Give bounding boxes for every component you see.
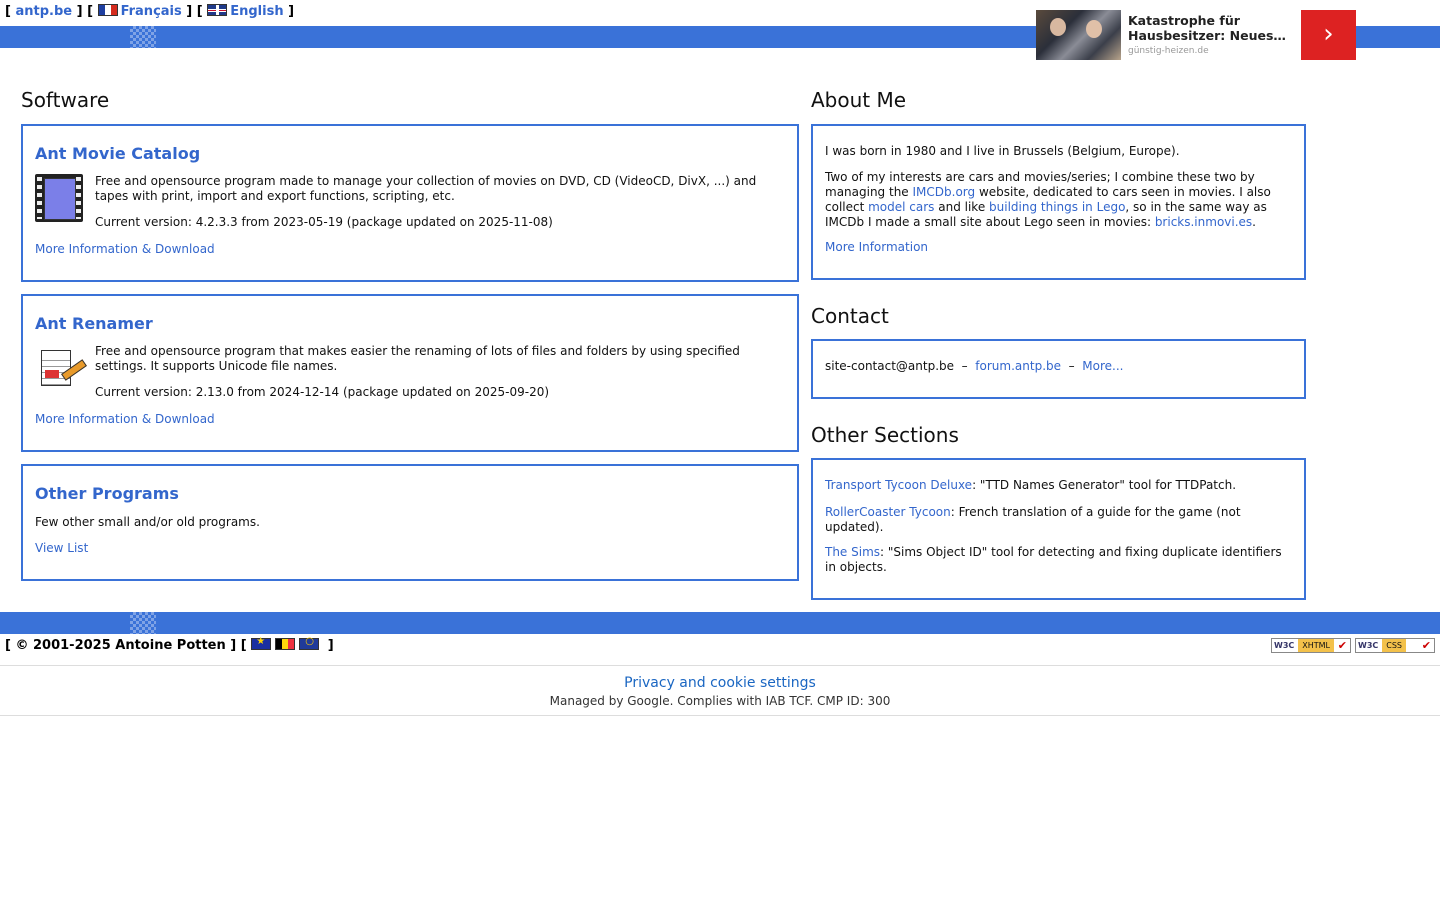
lang-en-label: English xyxy=(230,4,284,19)
footer-nav: [ © 2001-2025 Antoine Potten ] [ ] xyxy=(5,636,334,653)
uk-flag-icon xyxy=(207,4,228,16)
about-paragraph-1: I was born in 1980 and I live in Brussel… xyxy=(825,144,1180,158)
imcdb-link[interactable]: IMCDb.org xyxy=(913,185,976,199)
about-box: I was born in 1980 and I live in Brussel… xyxy=(811,124,1306,280)
contact-box: site-contact@antp.be – forum.antp.be – M… xyxy=(811,339,1306,399)
consent-bar: Privacy and cookie settings Managed by G… xyxy=(0,665,1440,716)
flanders-flag-link[interactable] xyxy=(251,636,275,653)
top-nav: [ antp.be ] [ Français ] [ English ] xyxy=(5,4,294,19)
rct-link[interactable]: RollerCoaster Tycoon xyxy=(825,505,951,519)
amc-description: Free and opensource program made to mana… xyxy=(95,174,757,203)
xhtml-label: XHTML xyxy=(1298,639,1335,652)
renamer-box: Ant Renamer Free and opensource program … xyxy=(21,294,799,452)
amc-download-link[interactable]: More Information & Download xyxy=(35,242,215,256)
about-paragraph-2: Two of my interests are cars and movies/… xyxy=(825,170,1271,229)
amc-title[interactable]: Ant Movie Catalog xyxy=(35,144,200,163)
renamer-version: Current version: 2.13.0 from 2024-12-14 … xyxy=(95,385,550,399)
check-icon: ✔ xyxy=(1421,639,1431,652)
dash: – xyxy=(1068,359,1075,373)
about-more-link[interactable]: More Information xyxy=(825,240,928,254)
belgium-flag-link[interactable] xyxy=(275,638,299,653)
sims-item: The Sims: "Sims Object ID" tool for dete… xyxy=(825,545,1282,574)
pixel-decoration xyxy=(130,612,156,634)
lang-en-link[interactable]: English xyxy=(207,4,284,19)
french-flag-icon xyxy=(97,4,118,16)
belgium-flag-icon xyxy=(275,638,296,650)
pixel-decoration xyxy=(130,26,156,48)
ad-banner[interactable]: Katastrophe für Hausbesitzer: Neues… gün… xyxy=(1036,10,1356,60)
lang-fr-label: Français xyxy=(120,4,182,19)
ttd-item: Transport Tycoon Deluxe: "TTD Names Gene… xyxy=(825,478,1237,492)
sims-link[interactable]: The Sims xyxy=(825,545,880,559)
lego-link[interactable]: building things in Lego xyxy=(989,200,1125,214)
css-label: CSS xyxy=(1382,639,1407,652)
eu-flag-icon xyxy=(299,636,320,650)
rename-icon xyxy=(41,350,87,388)
privacy-settings-link[interactable]: Privacy and cookie settings xyxy=(0,675,1440,691)
footer-bar xyxy=(0,612,1440,634)
eu-flag-link[interactable] xyxy=(299,636,323,653)
bracket-sep: ] [ xyxy=(186,4,203,19)
ttd-link[interactable]: Transport Tycoon Deluxe xyxy=(825,478,972,492)
film-icon xyxy=(35,174,83,222)
contact-line: site-contact@antp.be – forum.antp.be – M… xyxy=(825,359,1124,374)
other-programs-description: Few other small and/or old programs. xyxy=(35,515,260,529)
ad-title[interactable]: Katastrophe für Hausbesitzer: Neues… xyxy=(1128,13,1298,43)
site-home-link[interactable]: antp.be xyxy=(15,4,72,19)
w3c-logo: W3C xyxy=(1356,639,1381,652)
amc-box: Ant Movie Catalog Free and opensource pr… xyxy=(21,124,799,282)
contact-heading: Contact xyxy=(811,304,889,328)
ad-image[interactable] xyxy=(1036,10,1121,60)
other-programs-title[interactable]: Other Programs xyxy=(35,484,179,503)
bracket-close: ] xyxy=(327,638,334,653)
forum-link[interactable]: forum.antp.be xyxy=(975,359,1061,373)
about-heading: About Me xyxy=(811,88,907,112)
rct-item: RollerCoaster Tycoon: French translation… xyxy=(825,505,1241,534)
bricks-link[interactable]: bricks.inmovi.es xyxy=(1155,215,1252,229)
amc-version: Current version: 4.2.3.3 from 2023-05-19… xyxy=(95,215,553,229)
other-sections-box: Transport Tycoon Deluxe: "TTD Names Gene… xyxy=(811,458,1306,600)
bracket-close: ] xyxy=(288,4,295,19)
model-cars-link[interactable]: model cars xyxy=(868,200,934,214)
software-heading: Software xyxy=(21,88,110,112)
dash: – xyxy=(961,359,968,373)
valid-css-badge[interactable]: W3C CSS ✔ xyxy=(1355,638,1435,653)
lang-fr-link[interactable]: Français xyxy=(97,4,182,19)
consent-managed-text: Managed by Google. Complies with IAB TCF… xyxy=(549,694,891,708)
ad-arrow-button[interactable]: › xyxy=(1301,10,1356,60)
w3c-logo: W3C xyxy=(1272,639,1297,652)
valid-xhtml-badge[interactable]: W3C XHTML ✔ xyxy=(1271,638,1351,653)
bracket-sep: ] [ xyxy=(76,4,94,19)
flanders-flag-icon xyxy=(251,636,272,650)
bracket-open: [ xyxy=(5,4,11,19)
other-sections-heading: Other Sections xyxy=(811,423,959,447)
check-icon: ✔ xyxy=(1337,639,1347,652)
view-list-link[interactable]: View List xyxy=(35,541,88,555)
ad-source: günstig-heizen.de xyxy=(1128,46,1209,56)
other-programs-box: Other Programs Few other small and/or ol… xyxy=(21,464,799,581)
renamer-title[interactable]: Ant Renamer xyxy=(35,314,153,333)
contact-more-link[interactable]: More... xyxy=(1082,359,1123,373)
copyright: [ © 2001-2025 Antoine Potten ] [ xyxy=(5,638,247,653)
renamer-download-link[interactable]: More Information & Download xyxy=(35,412,215,426)
renamer-description: Free and opensource program that makes e… xyxy=(95,344,740,373)
contact-email: site-contact@antp.be xyxy=(825,359,955,373)
